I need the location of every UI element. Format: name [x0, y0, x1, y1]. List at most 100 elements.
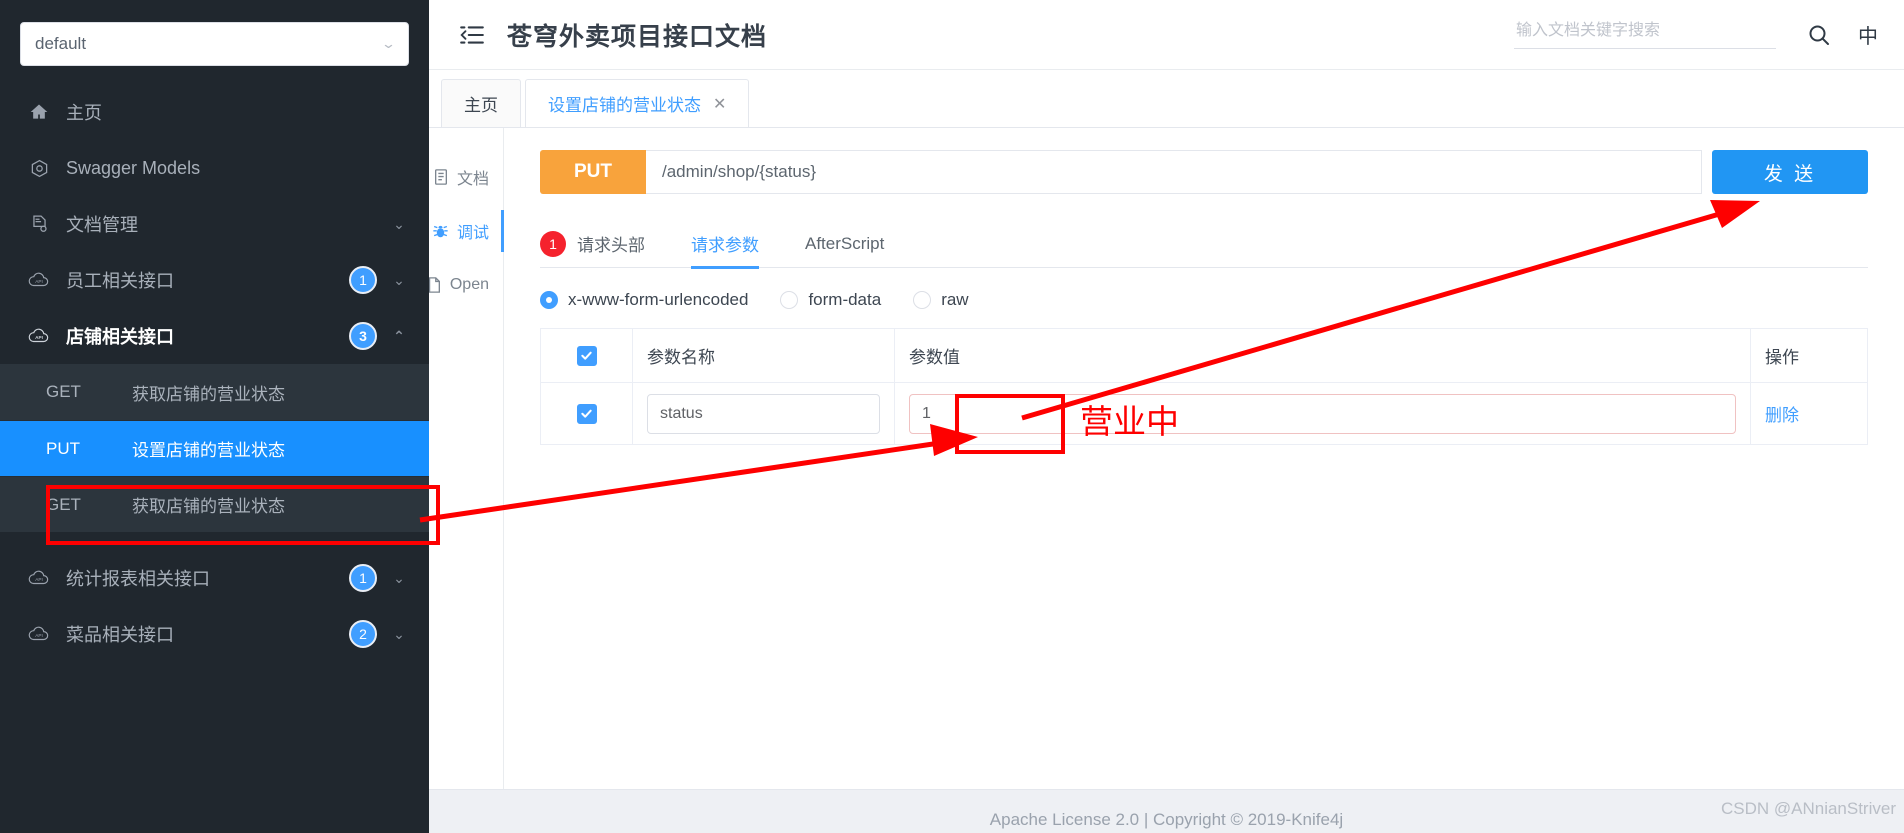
- annotation-note-open: 营业中: [1080, 395, 1179, 443]
- footer-text: Apache License 2.0 | Copyright © 2019-Kn…: [990, 810, 1343, 830]
- svg-text:API: API: [35, 633, 43, 638]
- collapse-menu-icon[interactable]: [459, 22, 485, 48]
- select-all-cell: [541, 329, 633, 382]
- svg-text:API: API: [35, 335, 43, 340]
- sub-tab-label: 请求参数: [691, 231, 759, 256]
- tab-label: 设置店铺的营业状态: [548, 91, 701, 116]
- row-action-cell: 删除: [1751, 383, 1867, 444]
- request-url-input[interactable]: [646, 150, 1702, 194]
- sidebar-nav: 主页 Swagger Models 文档管理 ⌄: [0, 84, 429, 364]
- sidebar-item-label: 文档管理: [66, 211, 391, 237]
- sidebar-item-dish-api[interactable]: API 菜品相关接口 2 ⌄: [0, 606, 429, 662]
- annotation-box-sidebar-put: [46, 485, 440, 545]
- row-select-cell: [541, 383, 633, 444]
- tab-set-shop-status[interactable]: 设置店铺的营业状态 ✕: [525, 79, 749, 127]
- sidebar-item-label: 店铺相关接口: [66, 323, 349, 349]
- radio-icon: [780, 291, 798, 309]
- svg-text:API: API: [35, 577, 43, 582]
- params-table: 参数名称 参数值 操作: [540, 328, 1868, 445]
- debug-panel: PUT 发 送 1 请求头部 请求参数 AfterScript: [504, 128, 1904, 833]
- radio-label: x-www-form-urlencoded: [568, 290, 748, 310]
- delete-row-link[interactable]: 删除: [1765, 401, 1799, 426]
- vnav-item-open[interactable]: Open: [429, 258, 503, 312]
- column-header-action: 操作: [1751, 329, 1867, 382]
- api-item-method: GET: [46, 382, 132, 402]
- column-header-param-name: 参数名称: [633, 329, 895, 382]
- status-badge: 1: [540, 231, 566, 257]
- document-icon: [433, 168, 449, 186]
- watermark: CSDN @ANnianStriver: [1721, 799, 1896, 819]
- doc-settings-icon: [26, 213, 52, 235]
- sidebar-item-home[interactable]: 主页: [0, 84, 429, 140]
- vnav-label: Open: [450, 276, 489, 294]
- api-cloud-icon: API: [26, 567, 52, 589]
- chevron-down-icon: ⌄: [391, 216, 407, 233]
- send-button[interactable]: 发 送: [1712, 150, 1868, 194]
- sidebar-item-doc-management[interactable]: 文档管理 ⌄: [0, 196, 429, 252]
- tab-home[interactable]: 主页: [441, 79, 521, 127]
- sub-tab-label: AfterScript: [805, 234, 884, 254]
- api-cloud-icon: API: [26, 325, 52, 347]
- chevron-up-icon: ⌃: [391, 328, 407, 345]
- sub-tab-request-params[interactable]: 请求参数: [691, 220, 759, 268]
- annotation-box-param-value: [955, 394, 1065, 454]
- sidebar-item-label: Swagger Models: [66, 158, 407, 179]
- app-root: default ⌄ 主页 Swagger Models: [0, 0, 1904, 833]
- language-toggle[interactable]: 中: [1858, 20, 1878, 49]
- sub-tab-afterscript[interactable]: AfterScript: [805, 220, 884, 268]
- sidebar-item-shop-api[interactable]: API 店铺相关接口 3 ⌃: [0, 308, 429, 364]
- api-item-method: PUT: [46, 439, 132, 459]
- api-cloud-icon: API: [26, 623, 52, 645]
- sidebar-item-label: 菜品相关接口: [66, 621, 349, 647]
- sub-tab-request-headers[interactable]: 1 请求头部: [540, 220, 645, 268]
- vnav-label: 调试: [457, 219, 489, 243]
- search-box: [1514, 21, 1776, 49]
- vnav-label: 文档: [457, 165, 489, 189]
- tab-label: 主页: [464, 91, 498, 116]
- sidebar-item-report-api[interactable]: API 统计报表相关接口 1 ⌄: [0, 550, 429, 606]
- sidebar-item-swagger-models[interactable]: Swagger Models: [0, 140, 429, 196]
- select-all-checkbox[interactable]: [577, 346, 597, 366]
- chevron-down-icon: ⌄: [391, 272, 407, 289]
- radio-icon: [540, 291, 558, 309]
- page-title: 苍穹外卖项目接口文档: [507, 17, 767, 53]
- sidebar-item-badge: 3: [349, 322, 377, 350]
- param-name-cell: [633, 383, 895, 444]
- row-checkbox[interactable]: [577, 404, 597, 424]
- api-item-get-shop-status-1[interactable]: GET 获取店铺的营业状态: [0, 364, 429, 420]
- radio-x-www-form-urlencoded[interactable]: x-www-form-urlencoded: [540, 290, 748, 310]
- sidebar-nav-bottom: API 统计报表相关接口 1 ⌄ API 菜品相关接口 2 ⌄: [0, 550, 429, 662]
- vertical-nav: 文档 调试: [429, 128, 504, 833]
- column-header-param-value: 参数值: [895, 329, 1751, 382]
- param-name-input[interactable]: [647, 394, 880, 434]
- http-method-badge: PUT: [540, 150, 646, 194]
- svg-text:API: API: [35, 279, 43, 284]
- bug-icon: [432, 222, 449, 240]
- home-icon: [26, 101, 52, 123]
- sidebar-item-label: 统计报表相关接口: [66, 565, 349, 591]
- search-icon[interactable]: [1802, 18, 1836, 52]
- content-row: 文档 调试: [429, 128, 1904, 833]
- sidebar-item-employee-api[interactable]: API 员工相关接口 1 ⌄: [0, 252, 429, 308]
- body-type-radio-group: x-www-form-urlencoded form-data raw: [540, 290, 1868, 310]
- sidebar-item-badge: 1: [349, 564, 377, 592]
- close-icon[interactable]: ✕: [713, 94, 726, 114]
- sidebar-item-badge: 1: [349, 266, 377, 294]
- search-input[interactable]: [1514, 21, 1776, 41]
- radio-raw[interactable]: raw: [913, 290, 968, 310]
- request-sub-tabs: 1 请求头部 请求参数 AfterScript: [540, 220, 1868, 268]
- file-icon: [429, 276, 442, 294]
- environment-select[interactable]: default ⌄: [20, 22, 409, 66]
- cube-icon: [26, 157, 52, 179]
- api-item-label: 获取店铺的营业状态: [132, 380, 285, 405]
- api-item-put-shop-status[interactable]: PUT 设置店铺的营业状态: [0, 420, 429, 476]
- chevron-down-icon: ⌄: [381, 36, 396, 52]
- sub-tab-label: 请求头部: [577, 231, 645, 256]
- top-bar: 苍穹外卖项目接口文档 中: [429, 0, 1904, 70]
- radio-form-data[interactable]: form-data: [780, 290, 881, 310]
- vnav-item-debug[interactable]: 调试: [429, 204, 503, 258]
- tab-strip: 主页 设置店铺的营业状态 ✕: [429, 70, 1904, 128]
- radio-icon: [913, 291, 931, 309]
- vnav-item-document[interactable]: 文档: [429, 150, 503, 204]
- top-bar-right: 中: [1514, 18, 1878, 52]
